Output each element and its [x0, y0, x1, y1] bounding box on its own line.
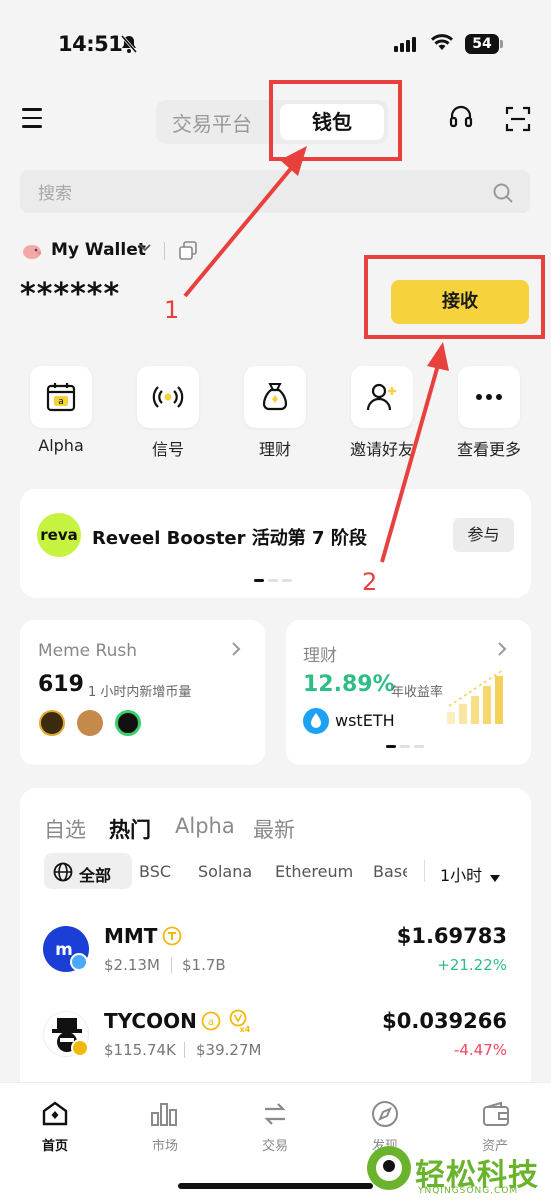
- nav-markets[interactable]: 市场: [125, 1135, 205, 1154]
- assets-wallet-icon[interactable]: [482, 1101, 510, 1131]
- annotation-arrows: [183, 146, 449, 563]
- nav-trade[interactable]: 交易: [235, 1135, 315, 1154]
- annotation-number-1: 1: [164, 296, 180, 324]
- nav-home[interactable]: 首页: [15, 1135, 95, 1154]
- annotation-number-2: 2: [362, 568, 378, 596]
- trade-icon[interactable]: [261, 1101, 289, 1131]
- home-indicator[interactable]: [178, 1183, 373, 1189]
- discover-icon[interactable]: [371, 1100, 399, 1132]
- watermark-logo-icon: [367, 1146, 411, 1190]
- home-icon[interactable]: [42, 1101, 68, 1131]
- watermark-url: YNQINGSONG.COM: [418, 1186, 519, 1196]
- markets-icon[interactable]: [150, 1101, 178, 1131]
